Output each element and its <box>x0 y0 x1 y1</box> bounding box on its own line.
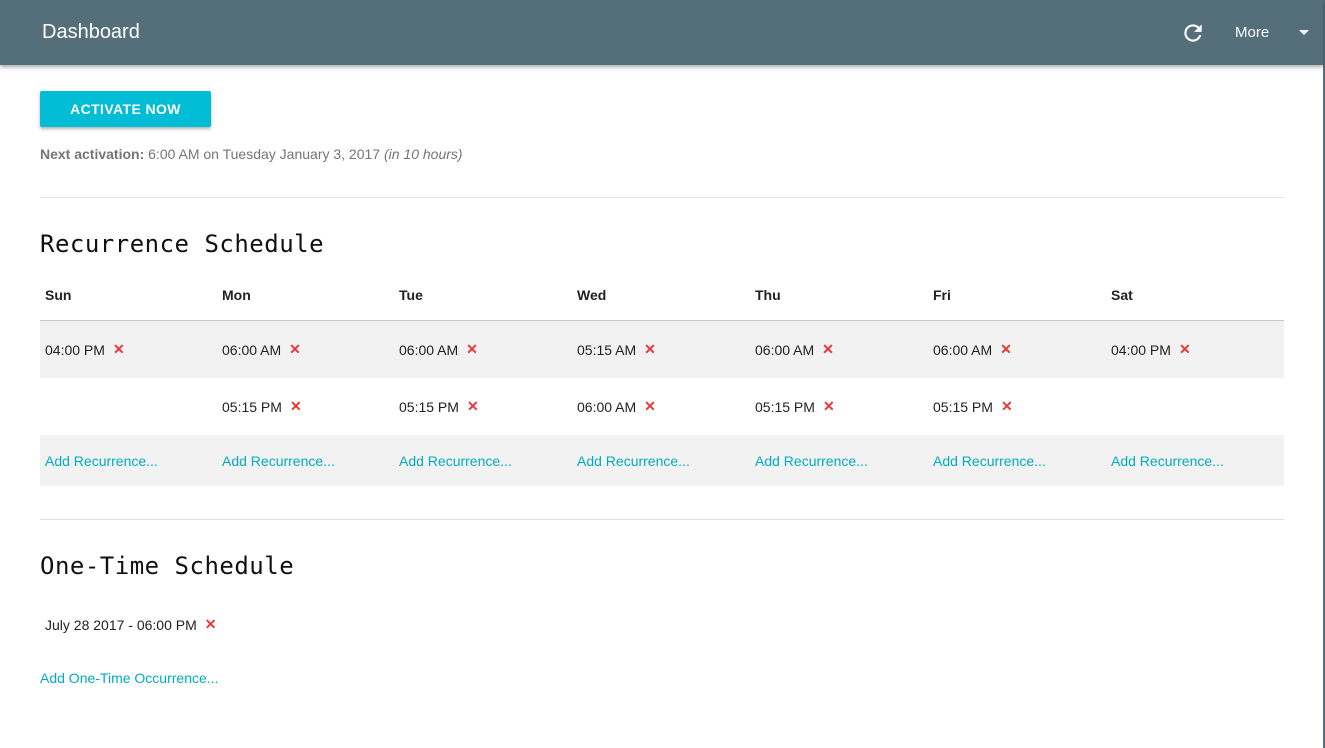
add-recurrence-link-sat[interactable]: Add Recurrence... <box>1111 453 1224 469</box>
time-value: 04:00 PM <box>45 341 105 358</box>
day-header-sun: Sun <box>45 287 72 303</box>
time-value: 05:15 AM <box>577 341 637 358</box>
add-recurrence-link-fri[interactable]: Add Recurrence... <box>933 453 1046 469</box>
time-entry: 06:00 AM ✕ <box>755 321 834 378</box>
next-activation-text: Next activation: 6:00 AM on Tuesday Janu… <box>40 146 463 162</box>
time-entry: 05:15 AM ✕ <box>577 321 656 378</box>
recurrence-schedule-title: Recurrence Schedule <box>40 230 325 258</box>
remove-time-button[interactable]: ✕ <box>644 398 656 415</box>
time-value: 04:00 PM <box>1111 341 1171 358</box>
time-value: 05:15 PM <box>399 398 459 415</box>
one-time-entry: July 28 2017 - 06:00 PM ✕ <box>45 616 217 633</box>
time-entry: 06:00 AM ✕ <box>577 378 656 435</box>
activate-now-button[interactable]: ACTIVATE NOW <box>40 91 211 127</box>
remove-time-button[interactable]: ✕ <box>113 341 125 358</box>
remove-time-button[interactable]: ✕ <box>1179 341 1191 358</box>
day-header-tue: Tue <box>399 287 423 303</box>
refresh-icon <box>1184 24 1202 42</box>
time-value: 06:00 AM <box>577 398 637 415</box>
time-value: 05:15 PM <box>755 398 815 415</box>
next-activation-value: 6:00 AM on Tuesday January 3, 2017 <box>148 146 381 162</box>
day-header-fri: Fri <box>933 287 951 303</box>
next-activation-relative: (in 10 hours) <box>383 146 463 162</box>
more-menu-button[interactable]: More <box>1235 24 1310 41</box>
remove-time-button[interactable]: ✕ <box>467 398 479 415</box>
time-value: 06:00 AM <box>399 341 459 358</box>
time-value: 05:15 PM <box>222 398 282 415</box>
time-entry: 05:15 PM ✕ <box>755 378 835 435</box>
remove-time-button[interactable]: ✕ <box>822 341 834 358</box>
add-recurrence-link-sun[interactable]: Add Recurrence... <box>45 453 158 469</box>
add-recurrence-link-mon[interactable]: Add Recurrence... <box>222 453 335 469</box>
add-recurrence-row: Add Recurrence... Add Recurrence... Add … <box>40 435 1284 486</box>
remove-one-time-button[interactable]: ✕ <box>205 616 217 633</box>
add-recurrence-link-thu[interactable]: Add Recurrence... <box>755 453 868 469</box>
time-entry: 06:00 AM ✕ <box>222 321 301 378</box>
more-label: More <box>1235 24 1270 41</box>
add-one-time-link[interactable]: Add One-Time Occurrence... <box>40 670 218 686</box>
chevron-down-icon <box>1299 30 1310 35</box>
remove-time-button[interactable]: ✕ <box>644 341 656 358</box>
add-recurrence-link-wed[interactable]: Add Recurrence... <box>577 453 690 469</box>
remove-time-button[interactable]: ✕ <box>1000 341 1012 358</box>
time-entry: 04:00 PM ✕ <box>1111 321 1191 378</box>
time-value: 06:00 AM <box>933 341 993 358</box>
day-header-mon: Mon <box>222 287 251 303</box>
time-entry: 05:15 PM ✕ <box>399 378 479 435</box>
remove-time-button[interactable]: ✕ <box>290 398 302 415</box>
day-header-sat: Sat <box>1111 287 1133 303</box>
time-value: 06:00 AM <box>755 341 815 358</box>
divider <box>40 519 1284 520</box>
add-recurrence-link-tue[interactable]: Add Recurrence... <box>399 453 512 469</box>
day-header-thu: Thu <box>755 287 781 303</box>
top-app-bar: Dashboard More <box>0 0 1323 65</box>
time-value: 05:15 PM <box>933 398 993 415</box>
remove-time-button[interactable]: ✕ <box>1001 398 1013 415</box>
remove-time-button[interactable]: ✕ <box>289 341 301 358</box>
recurrence-row: 04:00 PM ✕ 06:00 AM ✕ 06:00 AM ✕ 05:15 A… <box>40 321 1284 378</box>
divider <box>40 197 1284 198</box>
remove-time-button[interactable]: ✕ <box>823 398 835 415</box>
recurrence-row: 05:15 PM ✕ 05:15 PM ✕ 06:00 AM ✕ 05:15 P… <box>40 378 1284 435</box>
refresh-button[interactable] <box>1180 20 1206 46</box>
one-time-value: July 28 2017 - 06:00 PM <box>45 616 197 633</box>
next-activation-label: Next activation: <box>40 146 145 162</box>
time-value: 06:00 AM <box>222 341 282 358</box>
time-entry: 04:00 PM ✕ <box>45 321 125 378</box>
time-entry: 06:00 AM ✕ <box>933 321 1012 378</box>
time-entry: 06:00 AM ✕ <box>399 321 478 378</box>
app-title: Dashboard <box>42 21 140 43</box>
one-time-schedule-title: One-Time Schedule <box>40 552 295 580</box>
time-entry: 05:15 PM ✕ <box>222 378 302 435</box>
recurrence-table: Sun Mon Tue Wed Thu Fri Sat 04:00 PM ✕ 0… <box>40 270 1284 486</box>
remove-time-button[interactable]: ✕ <box>466 341 478 358</box>
day-header-wed: Wed <box>577 287 607 303</box>
recurrence-header-row: Sun Mon Tue Wed Thu Fri Sat <box>40 270 1284 321</box>
time-entry: 05:15 PM ✕ <box>933 378 1013 435</box>
